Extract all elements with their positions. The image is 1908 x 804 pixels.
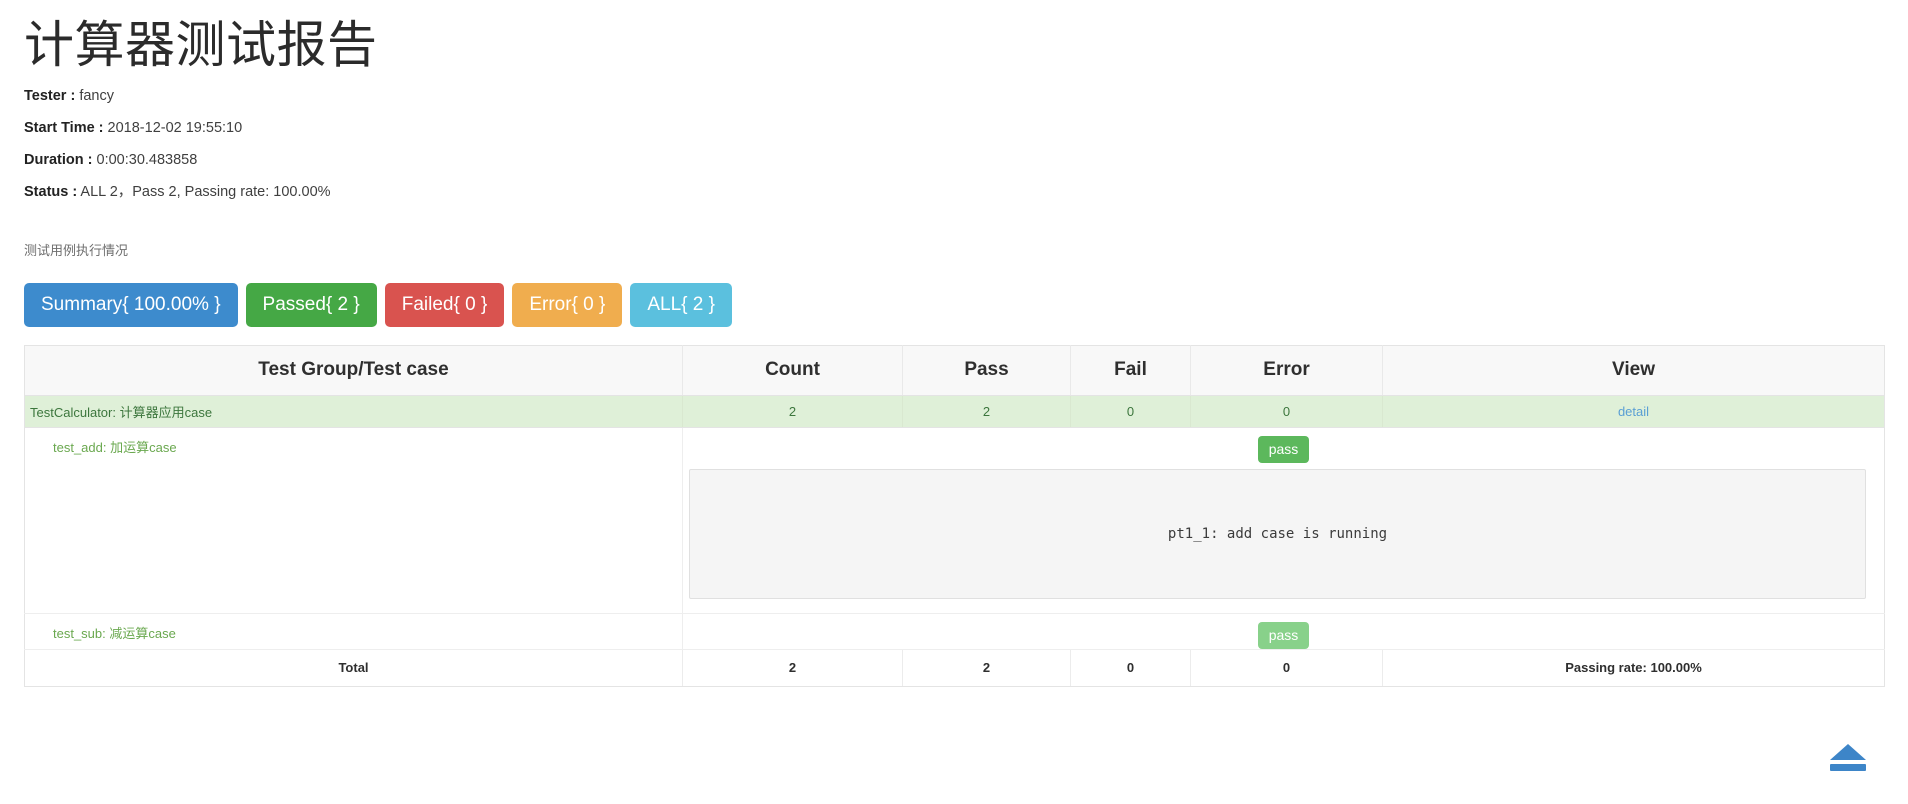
group-fail: 0 xyxy=(1070,395,1191,428)
total-error: 0 xyxy=(1190,648,1383,687)
meta-label-start-time: Start Time : xyxy=(24,120,104,137)
meta-label-status: Status : xyxy=(24,184,78,201)
report-meta-list: Tester : fancy Start Time : 2018-12-02 1… xyxy=(0,73,1908,202)
results-table: Test Group/Test case Count Pass Fail Err… xyxy=(24,344,1885,687)
section-caption: 测试用例执行情况 xyxy=(24,242,129,258)
meta-row-start-time: Start Time : 2018-12-02 19:55:10 xyxy=(24,119,1908,137)
group-count: 2 xyxy=(682,395,903,428)
total-count: 2 xyxy=(682,648,903,687)
eject-triangle xyxy=(1830,744,1866,760)
case-status-wrap-test-sub: pass xyxy=(683,614,1884,649)
test-case-row[interactable]: test_sub: 减运算case pass xyxy=(24,613,1885,650)
filter-button-all[interactable]: ALL{ 2 } xyxy=(630,282,732,327)
filter-button-row: Summary{ 100.00% } Passed{ 2 } Failed{ 0… xyxy=(0,259,1908,327)
group-name: TestCalculator: 计算器应用case xyxy=(24,395,683,428)
meta-row-status: Status : ALL 2，Pass 2, Passing rate: 100… xyxy=(24,183,1908,201)
filter-button-failed[interactable]: Failed{ 0 } xyxy=(384,282,505,327)
status-badge-test-sub[interactable]: pass xyxy=(1257,621,1310,649)
total-pass: 2 xyxy=(902,648,1071,687)
case-body-test-add: pass pt1_1: add case is running xyxy=(682,427,1885,614)
case-output-box-test-add[interactable]: pt1_1: add case is running xyxy=(689,468,1866,599)
filter-button-summary[interactable]: Summary{ 100.00% } xyxy=(24,282,238,327)
results-table-wrapper: Test Group/Test case Count Pass Fail Err… xyxy=(0,327,1908,687)
report-page: 计算器测试报告 Tester : fancy Start Time : 2018… xyxy=(0,0,1908,804)
meta-value-status: ALL 2，Pass 2, Passing rate: 100.00% xyxy=(80,184,331,201)
group-view-cell: detail xyxy=(1382,395,1885,428)
meta-label-tester: Tester : xyxy=(24,88,76,104)
meta-value-duration: 0:00:30.483858 xyxy=(96,152,198,169)
case-name-test-add: test_add: 加运算case xyxy=(24,427,683,614)
total-passing-rate: Passing rate: 100.00% xyxy=(1382,648,1885,687)
eject-icon[interactable] xyxy=(1830,744,1866,774)
group-error: 0 xyxy=(1190,395,1383,428)
table-header-row: Test Group/Test case Count Pass Fail Err… xyxy=(24,344,1885,396)
case-output-text-test-add: pt1_1: add case is running xyxy=(1167,525,1388,542)
total-label: Total xyxy=(24,648,683,687)
meta-value-tester: fancy xyxy=(79,88,115,104)
page-title: 计算器测试报告 xyxy=(24,17,378,73)
meta-value-start-time: 2018-12-02 19:55:10 xyxy=(107,120,243,137)
meta-row-duration: Duration : 0:00:30.483858 xyxy=(24,151,1908,169)
group-detail-link[interactable]: detail xyxy=(1618,404,1649,419)
case-name-test-sub: test_sub: 减运算case xyxy=(24,613,683,650)
meta-label-duration: Duration : xyxy=(24,152,93,169)
case-status-wrap-test-add: pass xyxy=(683,428,1884,463)
test-group-row[interactable]: TestCalculator: 计算器应用case 2 2 0 0 detail xyxy=(24,395,1885,428)
case-body-test-sub: pass xyxy=(682,613,1885,650)
test-case-row[interactable]: test_add: 加运算case pass pt1_1: add case i… xyxy=(24,427,1885,614)
total-row: Total 2 2 0 0 Passing rate: 100.00% xyxy=(24,648,1885,687)
column-header-view[interactable]: View xyxy=(1382,344,1885,396)
filter-button-passed[interactable]: Passed{ 2 } xyxy=(245,282,377,327)
eject-bar xyxy=(1830,764,1866,771)
total-fail: 0 xyxy=(1070,648,1191,687)
column-header-pass[interactable]: Pass xyxy=(902,344,1071,396)
column-header-fail[interactable]: Fail xyxy=(1070,344,1191,396)
meta-row-tester: Tester : fancy xyxy=(24,87,1908,105)
status-badge-test-add[interactable]: pass xyxy=(1257,435,1310,463)
group-pass: 2 xyxy=(902,395,1071,428)
column-header-error[interactable]: Error xyxy=(1190,344,1383,396)
column-header-count[interactable]: Count xyxy=(682,344,903,396)
filter-button-error[interactable]: Error{ 0 } xyxy=(512,282,623,327)
column-header-name[interactable]: Test Group/Test case xyxy=(24,344,683,396)
table-head: Test Group/Test case Count Pass Fail Err… xyxy=(24,344,1885,396)
table-body: TestCalculator: 计算器应用case 2 2 0 0 detail… xyxy=(24,395,1885,687)
